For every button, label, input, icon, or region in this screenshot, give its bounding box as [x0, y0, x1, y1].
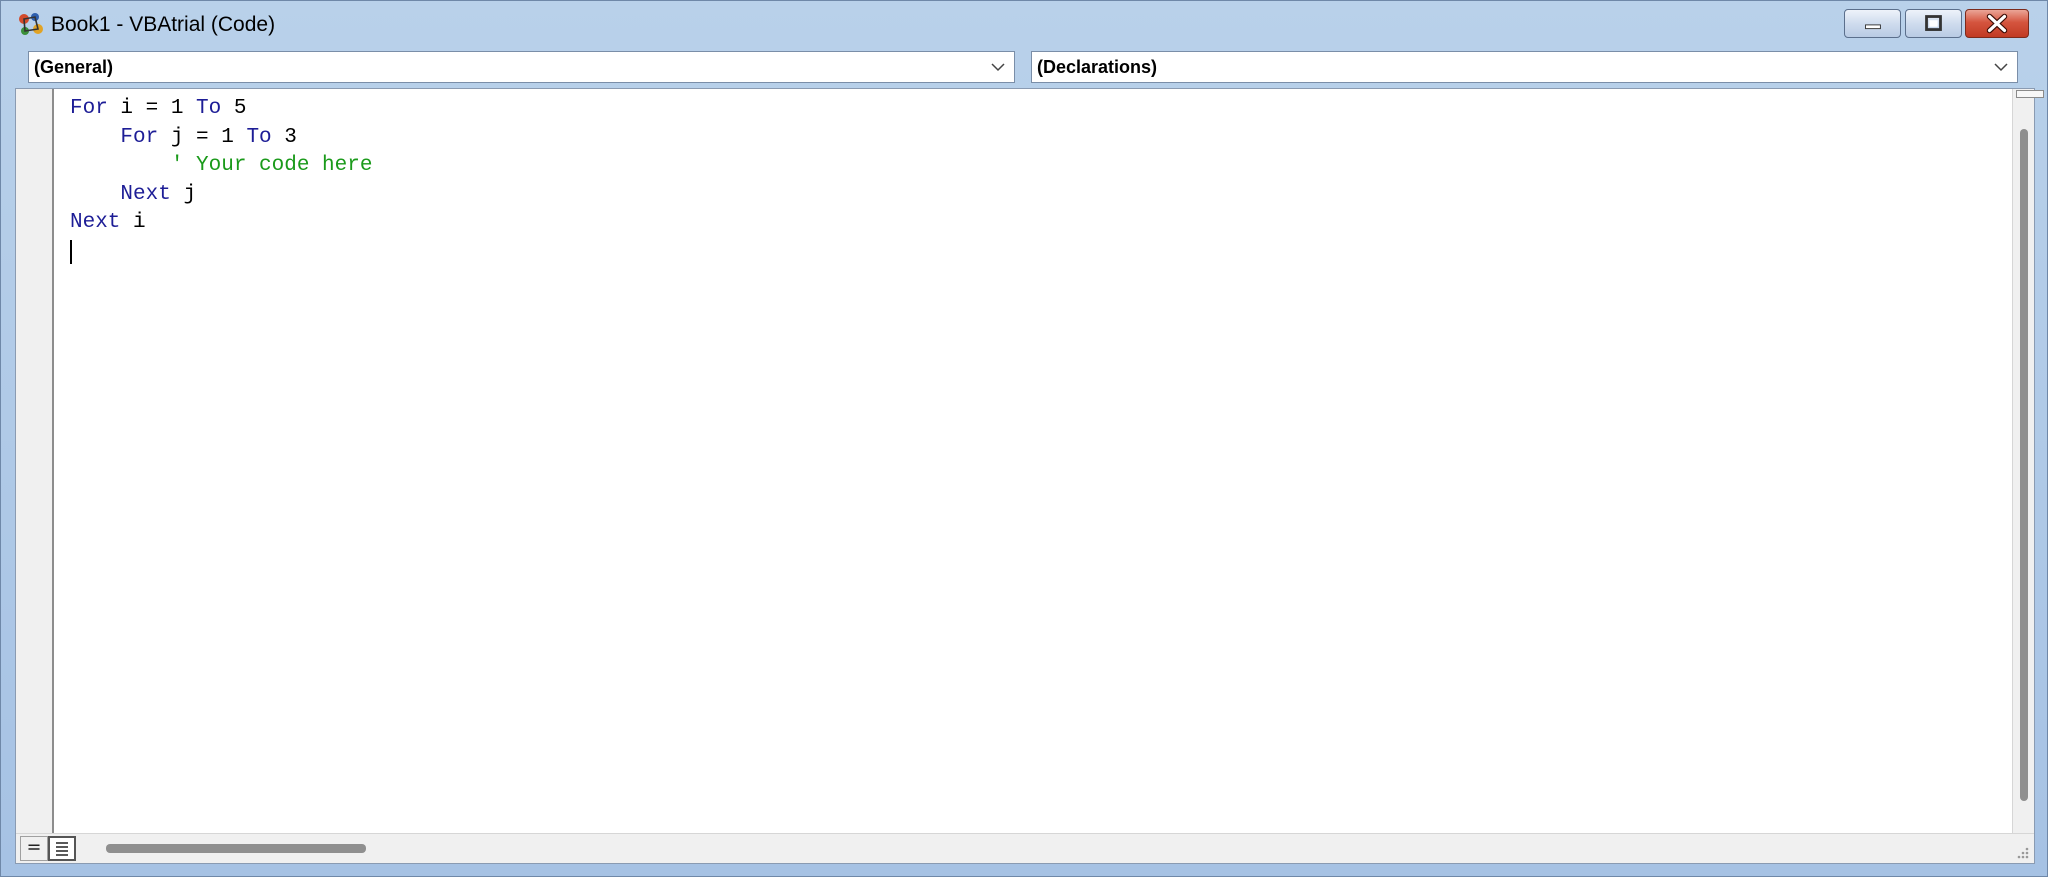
procedure-dropdown-value: (Declarations): [1037, 57, 1158, 77]
minimize-button[interactable]: [1844, 9, 1901, 38]
procedure-view-icon: [28, 844, 40, 850]
maximize-button[interactable]: [1905, 9, 1962, 38]
object-dropdown[interactable]: (General): [28, 51, 1015, 83]
keyword-token: For: [120, 125, 159, 149]
close-icon: [1986, 13, 2008, 34]
keyword-token: Next: [120, 182, 171, 206]
split-bar[interactable]: [2016, 90, 2044, 98]
close-button[interactable]: [1965, 9, 2029, 38]
code-line[interactable]: Next i: [70, 209, 372, 238]
code-line[interactable]: Next j: [70, 181, 372, 210]
code-token: 5: [221, 97, 247, 120]
chevron-down-icon[interactable]: [990, 60, 1006, 74]
procedure-dropdown[interactable]: (Declarations): [1031, 51, 2018, 83]
comment-token: ' Your code here: [70, 154, 373, 178]
code-line[interactable]: For j = 1 To 3: [70, 124, 372, 153]
horizontal-scroll-thumb[interactable]: [106, 844, 366, 853]
code-token: i = 1: [107, 97, 197, 120]
full-module-view-icon: [56, 842, 68, 856]
margin-indicator-bar[interactable]: [16, 89, 54, 833]
code-editor[interactable]: For i = 1 To 5 For j = 1 To 3 ' Your cod…: [70, 95, 372, 267]
code-token: j: [170, 182, 197, 206]
bottom-bar: [16, 833, 2034, 863]
code-token: 3: [271, 125, 297, 149]
minimize-icon: [1865, 24, 1881, 30]
keyword-token: To: [246, 125, 272, 149]
resize-grip-icon[interactable]: [2014, 844, 2030, 860]
object-dropdown-value: (General): [34, 57, 114, 77]
text-caret: [70, 240, 72, 264]
code-line[interactable]: ' Your code here: [70, 152, 373, 181]
vertical-scrollbar[interactable]: [2012, 89, 2044, 833]
code-line[interactable]: For i = 1 To 5: [70, 95, 372, 124]
code-token: j = 1: [158, 125, 247, 149]
vba-project-icon: [19, 13, 43, 35]
vertical-scroll-thumb[interactable]: [2020, 129, 2028, 801]
keyword-token: To: [196, 97, 222, 120]
chevron-down-icon[interactable]: [1993, 60, 2009, 74]
window-title: Book1 - VBAtrial (Code): [51, 13, 276, 36]
procedure-view-button[interactable]: [20, 836, 48, 861]
keyword-token: Next: [70, 211, 121, 235]
keyword-token: For: [70, 97, 108, 120]
code-token: i: [120, 211, 146, 235]
maximize-icon: [1925, 15, 1942, 31]
title-bar[interactable]: Book1 - VBAtrial (Code): [1, 1, 2047, 47]
code-line[interactable]: [70, 238, 372, 267]
full-module-view-button[interactable]: [48, 836, 76, 861]
code-pane[interactable]: For i = 1 To 5 For j = 1 To 3 ' Your cod…: [15, 88, 2044, 864]
vba-code-window: Book1 - VBAtrial (Code) (General) (Decla…: [0, 0, 2048, 877]
